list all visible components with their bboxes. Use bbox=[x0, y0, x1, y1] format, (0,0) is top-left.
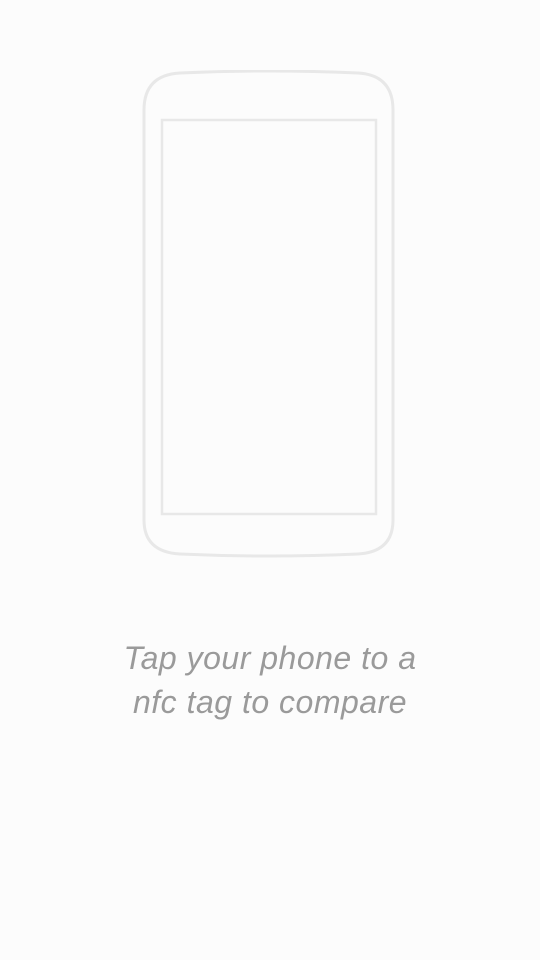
nfc-compare-screen: { "illustration": { "icon": "phone-outli… bbox=[0, 0, 540, 960]
instruction-line-1: Tap your phone to a bbox=[123, 640, 417, 676]
instruction-line-2: nfc tag to compare bbox=[132, 684, 408, 720]
phone-outline-icon bbox=[140, 69, 398, 560]
nfc-instruction-text: Tap your phone to a nfc tag to compare bbox=[0, 636, 540, 724]
